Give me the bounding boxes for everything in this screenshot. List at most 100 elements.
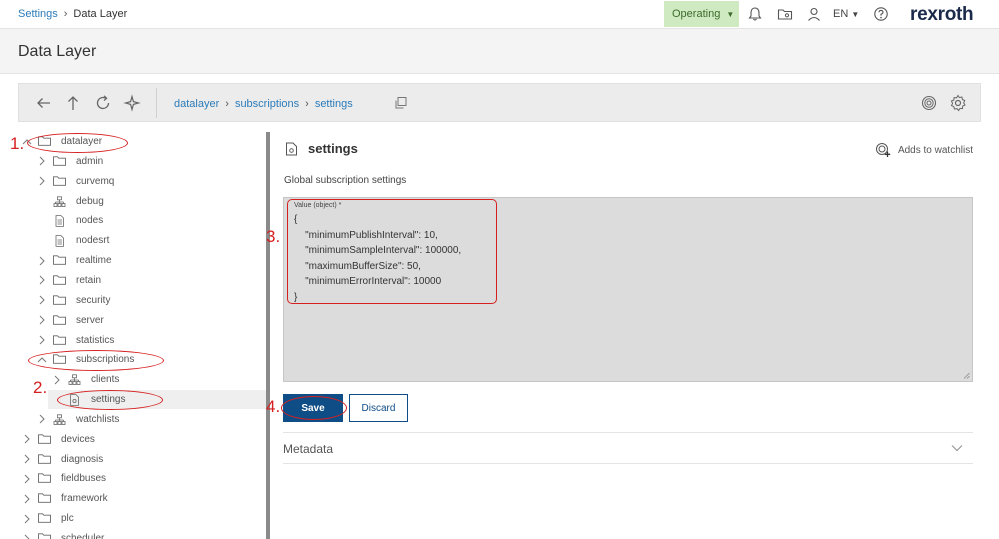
folder-icon <box>53 334 66 345</box>
tree-item-label: security <box>76 294 111 306</box>
folder-icon <box>38 533 51 539</box>
folder-icon <box>53 314 66 325</box>
tree-item-plc[interactable]: plc <box>18 509 266 528</box>
tree-item-label: server <box>76 314 104 326</box>
chevron-down-icon[interactable] <box>951 444 963 452</box>
folder-icon <box>53 176 66 186</box>
user-icon[interactable] <box>806 6 822 22</box>
tree-item-server[interactable]: server <box>18 311 266 330</box>
arrow-up-icon[interactable] <box>64 94 82 112</box>
datalayer-toolbar: datalayer › subscriptions › settings <box>18 83 981 122</box>
tree-item-watchlists[interactable]: watchlists <box>18 410 266 429</box>
tree-item-devices[interactable]: devices <box>18 430 266 449</box>
bell-icon[interactable] <box>747 6 763 22</box>
folder-icon <box>53 255 66 265</box>
tree-item-label: admin <box>76 155 104 167</box>
tree-item-label: plc <box>61 513 74 525</box>
path-settings-link[interactable]: settings <box>315 98 353 110</box>
add-to-watchlist-button[interactable]: Adds to watchlist <box>875 142 973 158</box>
chevron-right-icon[interactable] <box>37 256 47 266</box>
breadcrumb: Settings › Data Layer <box>18 8 127 20</box>
metadata-section[interactable]: Metadata <box>283 432 973 464</box>
rexroth-logo: rexroth <box>910 4 974 25</box>
path-separator: › <box>225 98 229 110</box>
datalayer-tree: datalayer admin curvemq debug nodes nodesrt re… <box>18 132 266 539</box>
page-title-bar: Data Layer <box>0 29 999 74</box>
node-network-icon <box>53 195 66 207</box>
node-network-icon <box>53 414 66 425</box>
tree-item-security[interactable]: security <box>18 291 266 310</box>
chevron-down-icon: ▼ <box>851 10 860 19</box>
tree-item-debug[interactable]: debug <box>18 192 266 211</box>
section-subtitle: Global subscription settings <box>284 175 407 186</box>
folder-icon <box>38 453 51 464</box>
tree-item-fieldbuses[interactable]: fieldbuses <box>18 469 266 488</box>
chevron-right-icon[interactable] <box>37 176 47 186</box>
watchlist-add-icon <box>875 143 891 157</box>
tree-item-statistics[interactable]: statistics <box>18 331 266 350</box>
chevron-right-icon[interactable] <box>22 494 32 504</box>
operating-status-dropdown[interactable]: Operating ▼ <box>664 1 739 27</box>
refresh-icon[interactable] <box>94 94 112 112</box>
chevron-right-icon[interactable] <box>22 434 32 444</box>
settings-document-icon <box>286 142 297 156</box>
annotation-number-4: 4. <box>266 397 281 416</box>
tree-item-label: watchlists <box>76 413 120 425</box>
discard-button[interactable]: Discard <box>349 394 408 422</box>
folder-icon <box>53 295 66 305</box>
annotation-number-3: 3. <box>266 227 281 246</box>
tree-item-label: realtime <box>76 255 112 267</box>
folder-icon <box>53 275 66 285</box>
chevron-right-icon[interactable] <box>37 414 47 424</box>
path-subscriptions-link[interactable]: subscriptions <box>235 98 299 110</box>
sparkle-icon[interactable] <box>123 94 141 112</box>
page-title: Data Layer <box>18 43 97 60</box>
tree-item-clients[interactable]: clients <box>18 370 266 389</box>
breadcrumb-current: Data Layer <box>73 8 128 20</box>
tree-item-label: scheduler <box>61 533 105 539</box>
annotation-box-value <box>287 199 497 304</box>
gear-icon[interactable] <box>949 94 967 112</box>
tree-item-label: curvemq <box>76 175 115 187</box>
chevron-right-icon[interactable] <box>22 454 32 464</box>
panel-resize-handle[interactable] <box>266 132 270 539</box>
tree-item-curvemq[interactable]: curvemq <box>18 172 266 191</box>
chevron-right-icon[interactable] <box>22 534 32 539</box>
tree-item-nodes[interactable]: nodes <box>18 211 266 230</box>
tree-item-retain[interactable]: retain <box>18 271 266 290</box>
breadcrumb-settings-link[interactable]: Settings <box>18 8 58 20</box>
chevron-right-icon[interactable] <box>22 514 32 524</box>
tree-item-nodesrt[interactable]: nodesrt <box>18 231 266 250</box>
chevron-right-icon[interactable] <box>37 275 47 285</box>
folder-settings-icon[interactable] <box>777 6 793 22</box>
arrow-left-icon[interactable] <box>35 94 53 112</box>
language-selector[interactable]: EN ▼ <box>833 8 859 20</box>
resize-grip-icon[interactable] <box>963 372 970 379</box>
tree-item-label: framework <box>61 493 108 505</box>
chevron-right-icon[interactable] <box>37 335 47 345</box>
language-label: EN <box>833 8 849 20</box>
chevron-right-icon[interactable] <box>52 375 62 385</box>
annotation-circle-settings <box>57 390 163 410</box>
tree-item-scheduler[interactable]: scheduler <box>18 529 266 539</box>
path-datalayer-link[interactable]: datalayer <box>174 98 219 110</box>
copy-icon[interactable] <box>394 96 408 110</box>
chevron-right-icon[interactable] <box>37 295 47 305</box>
tree-item-label: fieldbuses <box>61 473 107 485</box>
chevron-right-icon[interactable] <box>37 315 47 325</box>
operating-status-label: Operating <box>672 8 721 20</box>
tree-item-label: retain <box>76 274 102 286</box>
chevron-right-icon[interactable] <box>37 156 47 166</box>
tree-item-admin[interactable]: admin <box>18 152 266 171</box>
top-bar: Settings › Data Layer Operating ▼ EN ▼ rex… <box>0 0 999 29</box>
folder-icon <box>38 473 51 484</box>
tree-item-diagnosis[interactable]: diagnosis <box>18 450 266 469</box>
watch-icon[interactable] <box>920 94 938 112</box>
annotation-number-1: 1. <box>10 134 25 153</box>
tree-item-label: nodesrt <box>76 235 110 247</box>
help-icon[interactable] <box>873 6 889 22</box>
tree-item-realtime[interactable]: realtime <box>18 251 266 270</box>
document-icon <box>55 235 64 248</box>
tree-item-framework[interactable]: framework <box>18 489 266 508</box>
chevron-right-icon[interactable] <box>22 474 32 484</box>
